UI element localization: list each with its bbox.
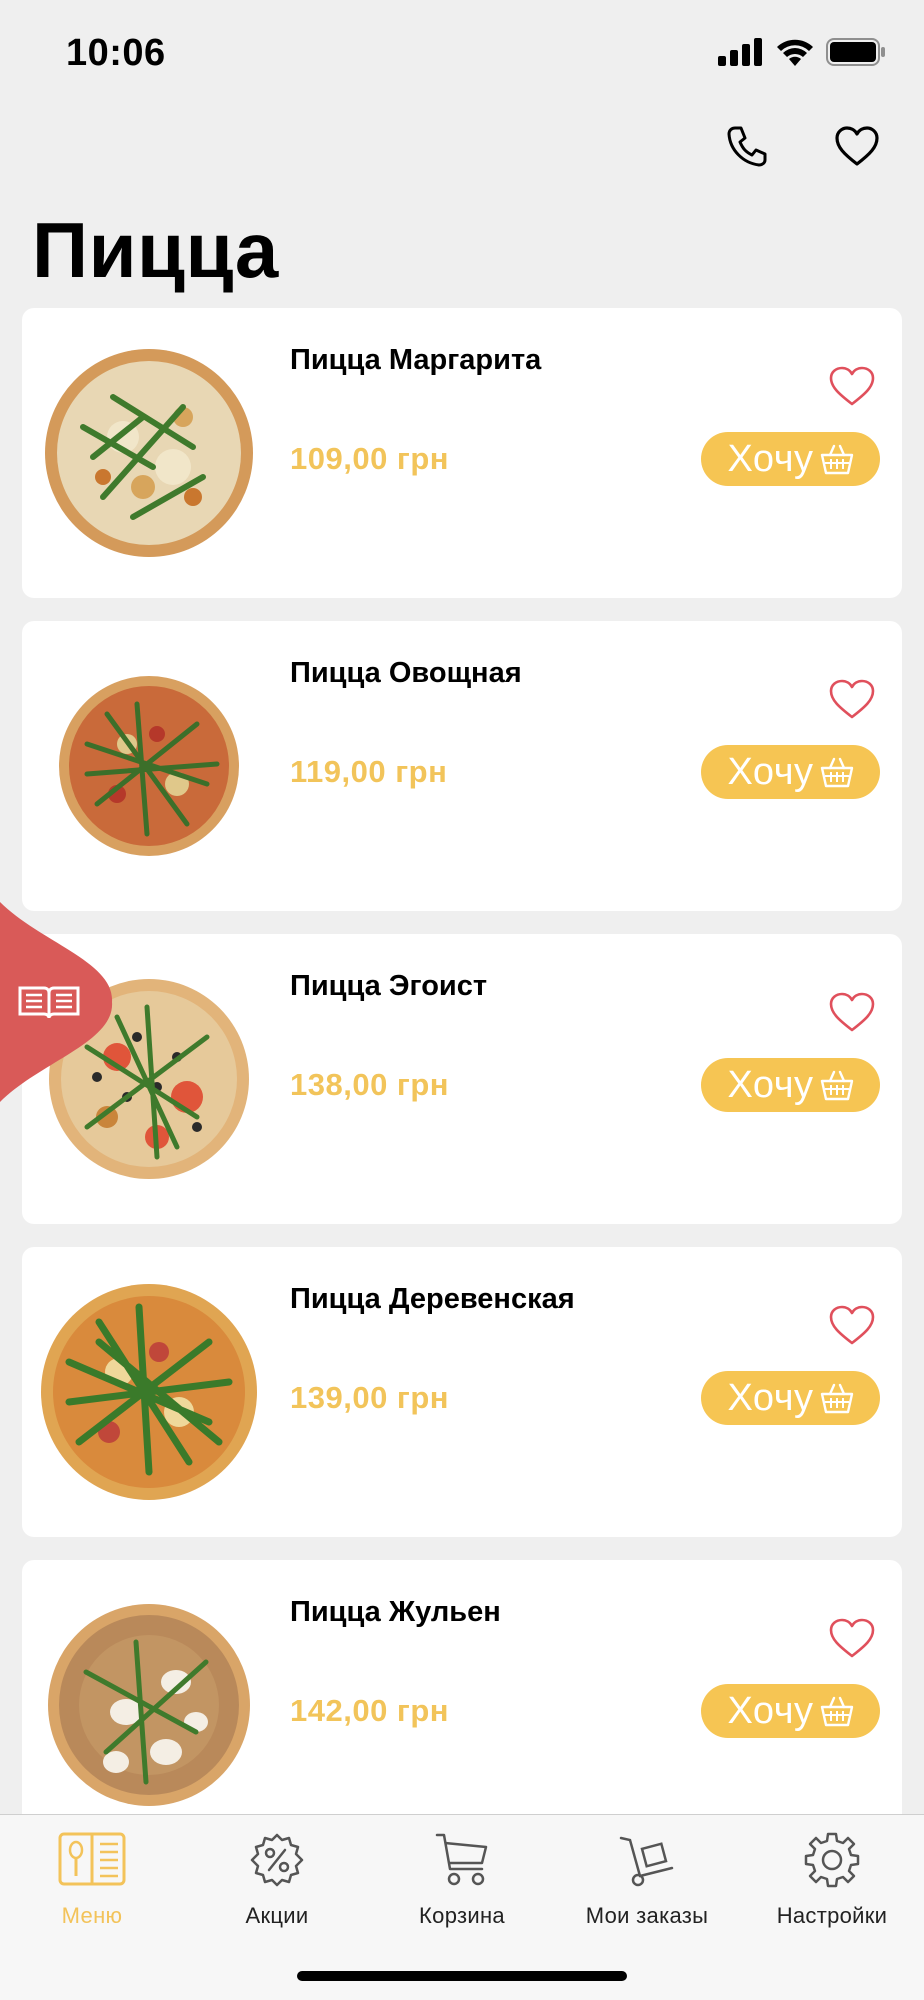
add-to-cart-label: Хочу bbox=[727, 1063, 814, 1106]
basket-icon bbox=[820, 1383, 853, 1414]
nav-item-cart[interactable]: Корзина bbox=[370, 1829, 554, 1939]
product-price: 119,00 грн bbox=[290, 754, 448, 789]
add-to-cart-label: Хочу bbox=[727, 1376, 814, 1419]
heart-outline-icon bbox=[829, 992, 875, 1032]
add-to-cart-button[interactable]: Хочу bbox=[701, 745, 880, 799]
pizza-image bbox=[34, 328, 264, 578]
nav-item-menu[interactable]: Меню bbox=[0, 1829, 184, 1939]
pizza-image bbox=[34, 1267, 264, 1517]
nav-label-promotions: Акции bbox=[245, 1903, 309, 1928]
phone-icon bbox=[727, 126, 767, 167]
product-card[interactable]: Пицца Жульен 142,00 грн Хочу bbox=[22, 1560, 902, 1850]
nav-item-settings[interactable]: Настройки bbox=[740, 1829, 924, 1939]
nav-label-my-orders: Мои заказы bbox=[585, 1903, 709, 1928]
product-card[interactable]: Пицца Овощная 119,00 грн Хочу bbox=[22, 621, 902, 911]
favorites-button[interactable] bbox=[826, 118, 888, 174]
app-screen: 10:06 Пицца Пицца Маргарита 109,00 грн Х… bbox=[0, 0, 924, 2000]
add-to-favorites-button[interactable] bbox=[826, 675, 878, 723]
add-to-cart-button[interactable]: Хочу bbox=[701, 1058, 880, 1112]
menu-book-icon bbox=[57, 1829, 127, 1891]
add-to-cart-label: Хочу bbox=[727, 437, 814, 480]
cart-icon bbox=[427, 1829, 497, 1891]
product-name: Пицца Маргарита bbox=[290, 344, 542, 376]
call-button[interactable] bbox=[716, 118, 778, 174]
heart-outline-icon bbox=[829, 1618, 875, 1658]
product-price: 142,00 грн bbox=[290, 1693, 450, 1728]
add-to-cart-button[interactable]: Хочу bbox=[701, 1684, 880, 1738]
add-to-favorites-button[interactable] bbox=[826, 988, 878, 1036]
home-indicator bbox=[297, 1971, 627, 1981]
add-to-cart-button[interactable]: Хочу bbox=[701, 1371, 880, 1425]
add-to-cart-label: Хочу bbox=[727, 750, 814, 793]
basket-icon bbox=[820, 757, 853, 788]
gear-icon bbox=[797, 1829, 867, 1891]
add-to-favorites-button[interactable] bbox=[826, 362, 878, 410]
wifi-icon bbox=[777, 39, 813, 66]
status-bar: 10:06 bbox=[0, 0, 924, 110]
add-to-favorites-button[interactable] bbox=[826, 1301, 878, 1349]
nav-label-menu: Меню bbox=[61, 1903, 123, 1928]
add-to-favorites-button[interactable] bbox=[826, 1614, 878, 1662]
heart-outline-icon bbox=[829, 1305, 875, 1345]
product-name: Пицца Жульен bbox=[290, 1596, 501, 1628]
percent-badge-icon bbox=[242, 1829, 312, 1891]
product-card[interactable]: Пицца Маргарита 109,00 грн Хочу bbox=[22, 308, 902, 598]
product-name: Пицца Деревенская bbox=[290, 1283, 575, 1315]
basket-icon bbox=[820, 1696, 853, 1727]
header-actions bbox=[716, 118, 888, 174]
nav-item-my-orders[interactable]: Мои заказы bbox=[555, 1829, 739, 1939]
basket-icon bbox=[820, 444, 853, 475]
status-icons bbox=[718, 38, 886, 66]
heart-outline-icon bbox=[829, 679, 875, 719]
nav-label-cart: Корзина bbox=[419, 1903, 505, 1928]
add-to-cart-label: Хочу bbox=[727, 1689, 814, 1732]
product-price: 109,00 грн bbox=[290, 441, 450, 476]
product-name: Пицца Овощная bbox=[290, 657, 522, 689]
side-menu-tab[interactable] bbox=[0, 902, 115, 1102]
add-to-cart-button[interactable]: Хочу bbox=[701, 432, 880, 486]
nav-label-settings: Настройки bbox=[776, 1903, 888, 1928]
page-title: Пицца bbox=[32, 206, 279, 294]
battery-icon bbox=[826, 38, 885, 66]
heart-outline-icon bbox=[835, 126, 879, 166]
product-card[interactable]: Пицца Эгоист 138,00 грн Хочу bbox=[22, 934, 902, 1224]
hand-truck-icon bbox=[612, 1829, 682, 1891]
product-list: Пицца Маргарита 109,00 грн Хочу Пицца Ов… bbox=[22, 308, 902, 1873]
pizza-image bbox=[34, 641, 264, 891]
product-name: Пицца Эгоист bbox=[290, 970, 488, 1002]
basket-icon bbox=[820, 1070, 853, 1101]
heart-outline-icon bbox=[829, 366, 875, 406]
product-price: 138,00 грн bbox=[290, 1067, 450, 1102]
pizza-image bbox=[34, 1580, 264, 1830]
product-price: 139,00 грн bbox=[290, 1380, 450, 1415]
signal-icon bbox=[718, 38, 762, 66]
nav-item-promotions[interactable]: Акции bbox=[185, 1829, 369, 1939]
status-time: 10:06 bbox=[66, 32, 166, 74]
product-card[interactable]: Пицца Деревенская 139,00 грн Хочу bbox=[22, 1247, 902, 1537]
